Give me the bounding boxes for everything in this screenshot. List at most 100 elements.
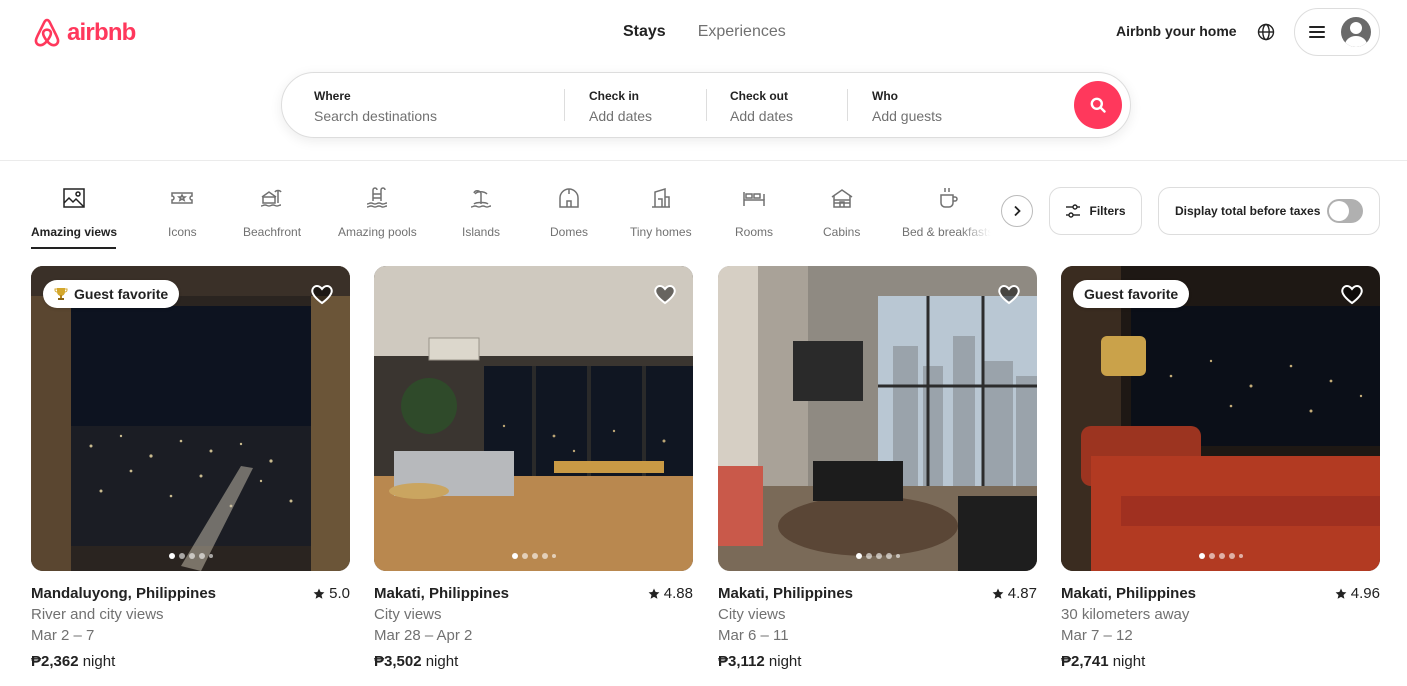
listing-photo[interactable] [374, 266, 693, 571]
heart-icon[interactable] [997, 282, 1021, 306]
search-button[interactable] [1074, 81, 1122, 129]
night-city-window-photo [31, 266, 350, 571]
filters-button[interactable]: Filters [1049, 187, 1142, 235]
rooms-bed-icon [743, 192, 765, 206]
tax-toggle-switch[interactable] [1327, 199, 1363, 223]
category-rooms[interactable]: Rooms [735, 186, 773, 239]
listing-price: ₱3,112 night [718, 652, 1037, 672]
category-beachfront[interactable]: Beachfront [243, 186, 301, 239]
check-in-placeholder: Add dates [589, 108, 653, 124]
daytime-condo-photo [718, 266, 1037, 571]
price-unit: night [768, 653, 802, 670]
category-label: Tiny homes [630, 225, 692, 239]
listing-card[interactable]: Guest favorite Mandaluyong, Philippines … [31, 266, 350, 672]
amazing-views-icon [63, 188, 85, 208]
airbnb-logo[interactable]: airbnb [31, 16, 136, 49]
filters-label: Filters [1089, 204, 1126, 218]
listing-photo[interactable] [718, 266, 1037, 571]
rating-value: 4.87 [1007, 585, 1037, 602]
category-cabins[interactable]: Cabins [823, 186, 860, 239]
listing-card[interactable]: Guest favorite Makati, Philippines 4.96 … [1061, 266, 1380, 672]
rating-value: 4.96 [1350, 585, 1380, 602]
who-placeholder: Add guests [872, 108, 943, 124]
category-fade [960, 180, 998, 240]
rating-value: 4.88 [663, 585, 693, 602]
airbnb-logo-icon [34, 18, 60, 47]
listing-price: ₱2,362 night [31, 652, 350, 672]
listing-rating: 5.0 [313, 584, 350, 604]
where-placeholder: Search destinations [314, 108, 437, 124]
category-label: Icons [168, 225, 197, 239]
listing-card[interactable]: Makati, Philippines 4.87 City views Mar … [718, 266, 1037, 672]
listing-dates: Mar 7 – 12 [1061, 627, 1133, 644]
price-amount: ₱3,112 [718, 653, 765, 670]
listing-dates: Mar 2 – 7 [31, 627, 95, 644]
category-islands[interactable]: Islands [462, 186, 500, 239]
listing-description: City views [374, 606, 442, 623]
tab-experiences[interactable]: Experiences [698, 22, 786, 42]
price-unit: night [1112, 653, 1146, 670]
category-amazing-pools[interactable]: Amazing pools [338, 186, 417, 239]
category-next-button[interactable] [1001, 195, 1033, 227]
listing-location: Makati, Philippines [718, 585, 854, 602]
who-field[interactable]: Who Add guests [872, 88, 942, 126]
listing-rating: 4.88 [648, 584, 693, 604]
heart-icon[interactable] [310, 282, 334, 306]
airbnb-wordmark: airbnb [67, 18, 136, 46]
price-amount: ₱2,362 [31, 653, 79, 670]
category-amazing-views[interactable]: Amazing views [31, 186, 117, 239]
badge-label: Guest favorite [74, 286, 169, 302]
price-amount: ₱3,502 [374, 653, 422, 670]
check-in-field[interactable]: Check in Add dates [589, 88, 652, 126]
listing-location: Makati, Philippines [1061, 585, 1197, 602]
display-total-toggle[interactable]: Display total before taxes [1158, 187, 1380, 235]
listing-photo[interactable]: Guest favorite [1061, 266, 1380, 571]
living-room-skyline-photo [374, 266, 693, 571]
user-menu-button[interactable] [1294, 8, 1380, 56]
avatar [1341, 17, 1371, 47]
top-header: airbnb Stays Experiences Airbnb your hom… [0, 0, 1407, 161]
category-label: Amazing views [31, 225, 118, 239]
pool-icon [367, 187, 388, 208]
badge-label: Guest favorite [1084, 286, 1179, 302]
hamburger-menu-icon [1309, 26, 1325, 38]
category-label: Cabins [823, 225, 861, 239]
island-icon [470, 190, 492, 208]
listing-rating: 4.96 [1335, 584, 1380, 604]
icons-ticket-icon [171, 192, 194, 204]
check-out-field[interactable]: Check out Add dates [730, 88, 793, 126]
price-unit: night [425, 653, 459, 670]
cabin-icon [831, 189, 853, 208]
listing-description: 30 kilometers away [1061, 606, 1190, 623]
listing-dates: Mar 6 – 11 [718, 627, 789, 644]
category-icons[interactable]: Icons [168, 186, 197, 239]
listing-rating: 4.87 [992, 584, 1037, 604]
chevron-right-icon [1014, 205, 1021, 217]
dome-icon [559, 188, 579, 208]
rating-value: 5.0 [329, 585, 350, 602]
category-tiny-homes[interactable]: Tiny homes [630, 186, 692, 239]
search-divider [564, 89, 565, 121]
listing-photo[interactable]: Guest favorite [31, 266, 350, 571]
airbnb-your-home-link[interactable]: Airbnb your home [1116, 23, 1237, 39]
tab-stays[interactable]: Stays [623, 22, 666, 42]
category-label: Domes [550, 225, 589, 239]
category-domes[interactable]: Domes [550, 186, 588, 239]
guest-favorite-badge: Guest favorite [43, 280, 180, 308]
listing-price: ₱3,502 night [374, 652, 693, 672]
coffee-cup-icon [939, 188, 958, 208]
listing-price: ₱2,741 night [1061, 652, 1380, 672]
where-field[interactable]: Where Search destinations [314, 88, 437, 126]
search-divider [847, 89, 848, 121]
listing-location: Mandaluyong, Philippines [31, 585, 217, 602]
listing-card[interactable]: Makati, Philippines 4.88 City views Mar … [374, 266, 693, 672]
heart-icon[interactable] [1340, 282, 1364, 306]
tax-toggle-label: Display total before taxes [1175, 204, 1321, 218]
listing-dates: Mar 28 – Apr 2 [374, 627, 473, 644]
listing-description: River and city views [31, 606, 164, 623]
search-divider [706, 89, 707, 121]
heart-icon[interactable] [653, 282, 677, 306]
price-amount: ₱2,741 [1061, 653, 1109, 670]
who-label: Who [872, 89, 898, 103]
globe-icon[interactable] [1257, 23, 1275, 41]
